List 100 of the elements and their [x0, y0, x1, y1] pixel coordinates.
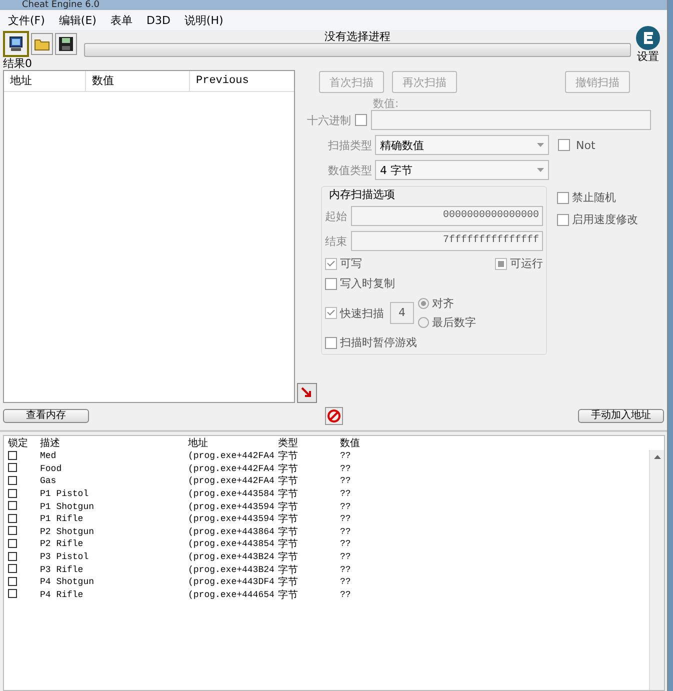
table-cell-text: ??	[340, 451, 352, 462]
table-cell-text: ??	[340, 552, 352, 562]
active-checkbox[interactable]	[8, 552, 17, 561]
table-cell-text: P3 Rifle	[40, 564, 84, 575]
menu-item[interactable]: 表单	[110, 12, 132, 28]
active-checkbox[interactable]	[8, 589, 17, 598]
menu-item[interactable]: 文件(F)	[8, 12, 45, 28]
table-cell-text: Gas	[40, 476, 58, 486]
table-cell-text: 字节	[278, 588, 299, 602]
fast-scan-field[interactable]: 4	[390, 302, 414, 324]
value-input-field[interactable]	[371, 110, 651, 130]
value-label: 数值:	[373, 98, 400, 110]
fast-scan-checkbox[interactable]	[325, 307, 337, 319]
stop-icon[interactable]	[324, 407, 342, 425]
view-memory-button[interactable]: 查看内存	[3, 409, 89, 423]
menu-item[interactable]: 说明(H)	[184, 12, 224, 28]
engine-logo-icon[interactable]	[635, 25, 661, 51]
executable-label: 可运行	[510, 256, 543, 271]
table-cell-text: Med	[40, 451, 58, 462]
table-cell-text: (prog.exe+443DF4	[188, 577, 276, 588]
active-checkbox[interactable]	[8, 514, 17, 523]
option-label: 启用速度修改	[572, 212, 638, 227]
writable-label: 可写	[340, 256, 362, 271]
hex-label: 十六进制	[307, 112, 351, 128]
table-cell-text: Food	[40, 464, 63, 474]
executable-checkbox[interactable]	[495, 258, 507, 270]
table-cell-text: (prog.exe+443584	[188, 489, 276, 500]
table-cell-text: (prog.exe+443864	[188, 526, 276, 537]
column-header[interactable]: 地址	[4, 71, 86, 91]
copy-on-write-label: 写入时复制	[340, 276, 395, 291]
settings-link[interactable]: 设置	[637, 51, 659, 63]
writable-checkbox[interactable]	[325, 258, 337, 270]
table-cell-text: (prog.exe+443594	[188, 514, 276, 524]
table-cell-text: ??	[340, 590, 352, 600]
option-checkbox[interactable]	[557, 192, 569, 204]
option-checkbox[interactable]	[557, 214, 569, 226]
table-cell-text: 字节	[278, 512, 299, 526]
table-cell-text: 字节	[278, 450, 299, 464]
active-checkbox[interactable]	[8, 526, 17, 536]
table-cell-text: ??	[340, 577, 352, 588]
value-type-label: 数值类型	[327, 162, 372, 178]
active-checkbox[interactable]	[8, 576, 17, 586]
active-checkbox[interactable]	[8, 450, 17, 460]
table-cell-text: (prog.exe+443B24	[188, 564, 276, 575]
active-checkbox[interactable]	[8, 564, 17, 574]
table-cell-text: 字节	[278, 474, 299, 488]
table-cell-text: (prog.exe+442FA4	[188, 451, 276, 462]
table-cell-text: (prog.exe+444654	[188, 590, 276, 600]
results-count: 结果0	[2, 58, 33, 70]
column-header[interactable]: Previous	[190, 71, 294, 91]
radio-label: 最后数字	[432, 315, 476, 330]
computer-icon[interactable]	[3, 31, 29, 57]
active-checkbox[interactable]	[8, 538, 17, 548]
not-checkbox[interactable]	[558, 139, 570, 151]
active-checkbox[interactable]	[8, 463, 17, 472]
table-cell-text: P2 Rifle	[40, 539, 84, 550]
hex-checkbox[interactable]	[355, 114, 367, 126]
radio-label: 对齐	[432, 296, 454, 311]
pause-game-checkbox[interactable]	[325, 336, 337, 348]
table-cell-text: P3 Pistol	[40, 552, 90, 562]
menu-item[interactable]: D3D	[146, 14, 170, 26]
column-header[interactable]: 类型	[278, 436, 340, 450]
option-label: 禁止随机	[572, 190, 616, 205]
active-checkbox[interactable]	[8, 488, 17, 498]
table-cell-text: ??	[340, 502, 352, 512]
table-cell-text: (prog.exe+442FA4	[188, 476, 276, 486]
table-cell-text: ??	[340, 564, 352, 575]
value-type-dropdown[interactable]: 4 字节	[375, 160, 549, 180]
add-address-button[interactable]: 手动加入地址	[578, 409, 664, 423]
scroll-bar[interactable]	[649, 450, 664, 690]
end-address-field[interactable]: 7fffffffffffffff	[351, 231, 543, 251]
dropdown-caret-icon	[537, 168, 544, 172]
table-cell-text: ??	[340, 539, 352, 550]
column-header[interactable]: 数值	[340, 436, 380, 450]
table-cell-text: P1 Pistol	[40, 489, 90, 500]
process-label: 没有选择进程	[324, 31, 390, 43]
active-checkbox[interactable]	[8, 476, 17, 485]
active-checkbox[interactable]	[8, 501, 17, 510]
folder-icon[interactable]	[31, 33, 53, 55]
table-cell-text: P4 Shotgun	[40, 577, 96, 588]
table-cell-text: 字节	[278, 500, 299, 514]
table-cell-text: (prog.exe+443594	[188, 502, 276, 512]
column-header[interactable]: 地址	[188, 436, 278, 450]
copy-on-write-checkbox[interactable]	[325, 278, 337, 290]
radio-button[interactable]	[418, 298, 429, 309]
table-cell-text: 字节	[278, 576, 299, 590]
scan-type-dropdown[interactable]: 精确数值	[375, 135, 549, 155]
column-header[interactable]: 锁定	[4, 436, 40, 450]
column-header[interactable]: 数值	[86, 71, 190, 91]
column-header[interactable]: 描述	[40, 436, 188, 450]
window-title: Cheat Engine 6.0	[22, 0, 100, 10]
menu-item[interactable]: 编辑(E)	[58, 12, 96, 28]
table-cell-text: 字节	[278, 538, 299, 552]
start-address-field[interactable]: 0000000000000000	[351, 206, 543, 226]
scroll-up-icon[interactable]	[654, 455, 660, 459]
radio-button[interactable]	[418, 317, 429, 328]
dropdown-caret-icon	[537, 143, 544, 147]
not-label: Not	[576, 138, 596, 152]
table-cell-text: ??	[340, 514, 352, 524]
fast-scan-label: 快速扫描	[340, 306, 384, 320]
